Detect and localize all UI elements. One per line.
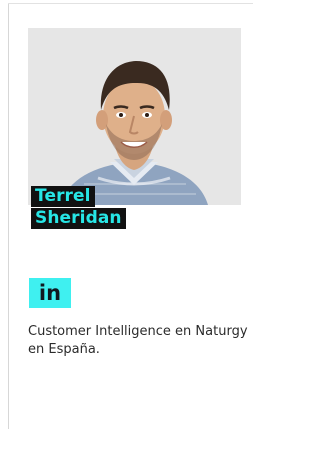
card-border-left <box>8 3 9 429</box>
profile-name-first: Terrel <box>31 186 95 207</box>
profile-photo <box>28 28 241 205</box>
card-border-top <box>8 3 253 4</box>
profile-description: Customer Intelligence en Naturgy en Espa… <box>28 324 248 357</box>
linkedin-icon[interactable]: in <box>29 278 71 308</box>
profile-name-last: Sheridan <box>31 208 126 229</box>
profile-card: Terrel Sheridan in Customer Intelligence… <box>0 0 253 450</box>
